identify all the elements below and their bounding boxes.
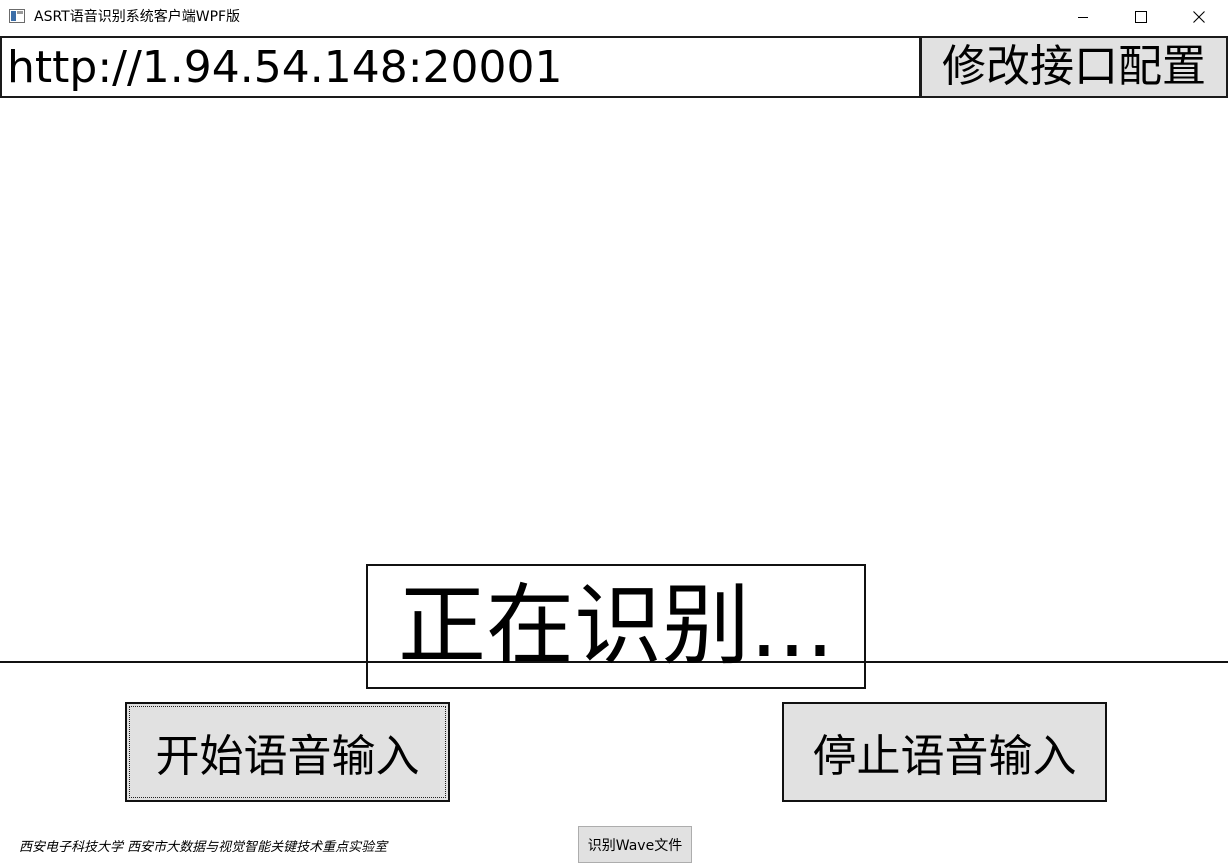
app-window-icon[interactable]	[9, 9, 25, 23]
app-window: ASRT语音识别系统客户端WPF版 修改接口配置 正在识别... 开始语音输入 …	[0, 0, 1228, 863]
recognition-status-box: 正在识别...	[366, 564, 866, 689]
minimize-icon	[1078, 17, 1088, 18]
window-title: ASRT语音识别系统客户端WPF版	[34, 9, 241, 25]
stop-voice-input-button[interactable]: 停止语音输入	[782, 702, 1107, 802]
modify-config-button[interactable]: 修改接口配置	[920, 36, 1228, 98]
maximize-icon	[1135, 11, 1147, 23]
recognition-status-text: 正在识别...	[398, 574, 834, 677]
title-bar[interactable]: ASRT语音识别系统客户端WPF版	[0, 0, 1228, 34]
close-icon	[1193, 11, 1205, 23]
recognize-wave-file-button[interactable]: 识别Wave文件	[578, 826, 692, 863]
minimize-button[interactable]	[1054, 0, 1112, 34]
start-voice-input-button[interactable]: 开始语音输入	[125, 702, 450, 802]
close-button[interactable]	[1170, 0, 1228, 34]
footer-credits: 西安电子科技大学 西安市大数据与视觉智能关键技术重点实验室	[19, 840, 388, 855]
server-url-input[interactable]	[0, 36, 921, 98]
maximize-button[interactable]	[1112, 0, 1170, 34]
